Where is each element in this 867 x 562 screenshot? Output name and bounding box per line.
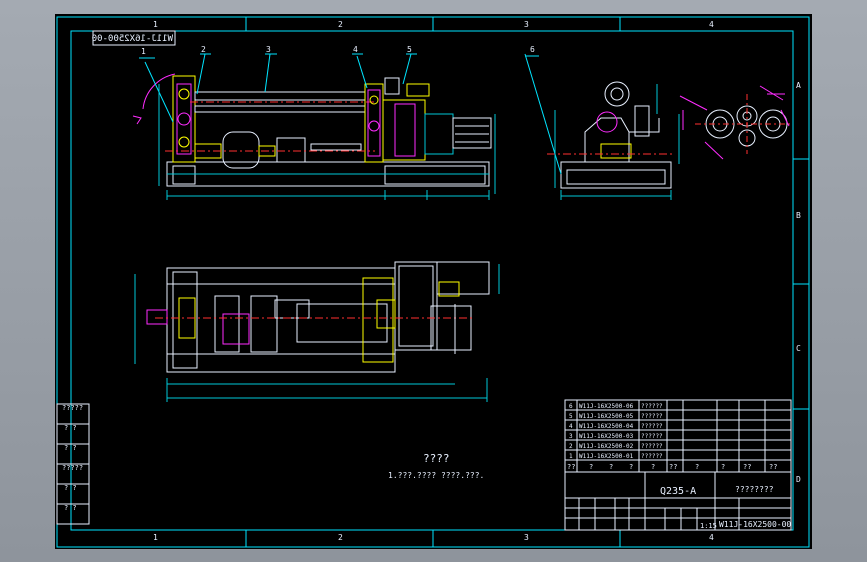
parts-row-number: 4 <box>569 423 573 430</box>
parts-header-cell: ?? <box>769 463 777 471</box>
mirrored-drawing-number: W11J-16X2500-00 <box>92 34 173 44</box>
parts-row-code: W11J-16X2500-06 <box>579 403 634 410</box>
technical-notes: ???? 1.???.???? ????.???. <box>388 452 484 480</box>
parts-row-name: ?????? <box>641 413 663 420</box>
material-value: Q235-A <box>660 486 696 497</box>
zone-number: 2 <box>338 20 343 29</box>
side-table-text: ????? ? ? ? ? ????? ? ? ? ? <box>62 404 83 512</box>
parts-row-name: ?????? <box>641 433 663 440</box>
drawing-sheet: 1 2 3 4 1 2 3 4 A B C D W11J-16X2500-00 <box>56 16 810 548</box>
parts-header-cell: ? <box>609 463 613 471</box>
side-view <box>524 53 680 200</box>
zone-letter: B <box>796 211 801 220</box>
side-table-cell: ? ? <box>64 444 77 452</box>
callout-4: 4 <box>353 45 358 54</box>
parts-row-code: W11J-16X2500-05 <box>579 413 634 420</box>
callout-3: 3 <box>266 45 271 54</box>
zone-letter: C <box>796 344 801 353</box>
zone-number: 3 <box>524 20 529 29</box>
cad-viewer-window: 1 2 3 4 1 2 3 4 A B C D W11J-16X2500-00 <box>0 0 867 562</box>
parts-header-cell: ?? <box>669 463 677 471</box>
notes-line: 1.???.???? ????.???. <box>388 471 484 480</box>
side-table-cell: ????? <box>62 404 83 412</box>
side-table-cell: ????? <box>62 464 83 472</box>
callout-1: 1 <box>141 47 146 56</box>
notes-heading: ???? <box>423 452 450 465</box>
side-table-cell: ? ? <box>64 484 77 492</box>
drawing-canvas[interactable]: 1 2 3 4 1 2 3 4 A B C D W11J-16X2500-00 <box>55 14 812 549</box>
parts-row-name: ?????? <box>641 443 663 450</box>
title-block-drawing-number: W11J-16X2500-00 <box>719 520 791 529</box>
parts-table-rows: 6 W11J-16X2500-06 ?????? 5 W11J-16X2500-05??… <box>569 403 663 460</box>
parts-row-name: ?????? <box>641 453 663 460</box>
side-table-cell: ? ? <box>64 424 77 432</box>
zone-number: 3 <box>524 533 529 542</box>
zone-number: 4 <box>709 20 714 29</box>
parts-row-number: 2 <box>569 443 573 450</box>
parts-header-cell: ?? <box>567 463 575 471</box>
scale-value: 1:15 <box>700 522 717 530</box>
parts-row-number: 5 <box>569 413 573 420</box>
parts-row-name: ?????? <box>641 403 663 410</box>
side-table-cell: ? ? <box>64 504 77 512</box>
parts-table-header: ?? ? ? ? ? ?? ? ? ?? ?? <box>567 463 777 471</box>
parts-row-code: W11J-16X2500-01 <box>579 453 634 460</box>
zone-number: 4 <box>709 533 714 542</box>
parts-header-cell: ? <box>721 463 725 471</box>
zone-number: 1 <box>153 20 158 29</box>
parts-row-name: ?????? <box>641 423 663 430</box>
front-view <box>132 53 496 200</box>
zone-letter: D <box>796 475 801 484</box>
parts-row-code: W11J-16X2500-04 <box>579 423 634 430</box>
parts-row-number: 6 <box>569 403 573 410</box>
drawing-title: ???????? <box>735 485 774 494</box>
parts-row-code: W11J-16X2500-03 <box>579 433 634 440</box>
parts-header-cell: ?? <box>743 463 751 471</box>
zone-letters: A B C D <box>796 81 801 484</box>
mirrored-drawing-number-box: W11J-16X2500-00 <box>92 30 176 46</box>
callout-6: 6 <box>530 45 535 54</box>
parts-header-cell: ? <box>629 463 633 471</box>
callout-5: 5 <box>407 45 412 54</box>
zone-number: 1 <box>153 533 158 542</box>
parts-header-cell: ? <box>589 463 593 471</box>
top-view <box>134 261 500 402</box>
parts-row-number: 3 <box>569 433 573 440</box>
parts-header-cell: ? <box>695 463 699 471</box>
zone-number: 2 <box>338 533 343 542</box>
zone-letter: A <box>796 81 801 90</box>
parts-row-number: 1 <box>569 453 573 460</box>
parts-header-cell: ? <box>651 463 655 471</box>
roller-detail <box>679 85 791 160</box>
callout-2: 2 <box>201 45 206 54</box>
parts-row-code: W11J-16X2500-02 <box>579 443 634 450</box>
